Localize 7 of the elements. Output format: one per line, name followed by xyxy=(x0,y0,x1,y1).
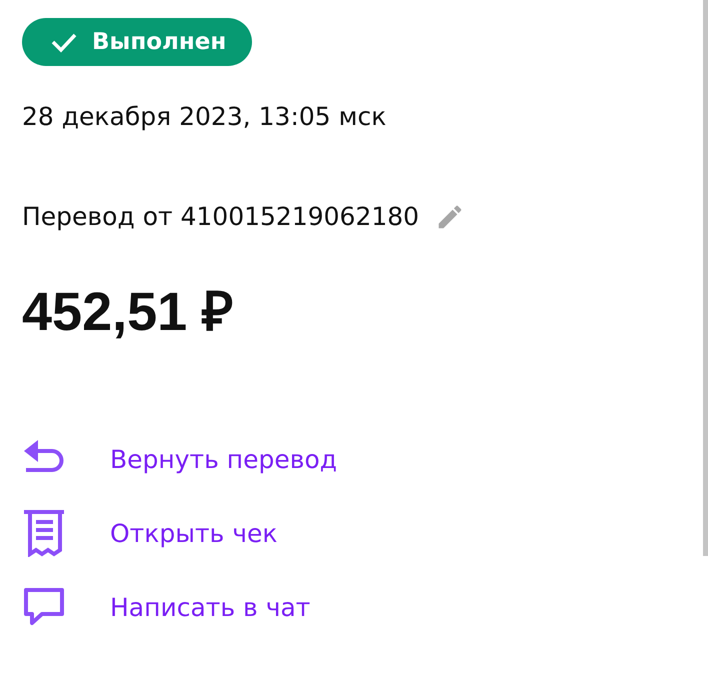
amount-text: 452,51 ₽ xyxy=(22,281,234,344)
action-link[interactable]: Вернуть перевод xyxy=(110,444,338,474)
action-link[interactable]: Написать в чат xyxy=(110,592,310,622)
transfer-label: Перевод от 410015219062180 xyxy=(22,201,420,233)
status-label: Выполнен xyxy=(92,29,226,55)
date-text: 28 декабря 2023, 13:05 мск xyxy=(22,101,388,133)
action-link[interactable]: Открыть чек xyxy=(110,518,278,548)
